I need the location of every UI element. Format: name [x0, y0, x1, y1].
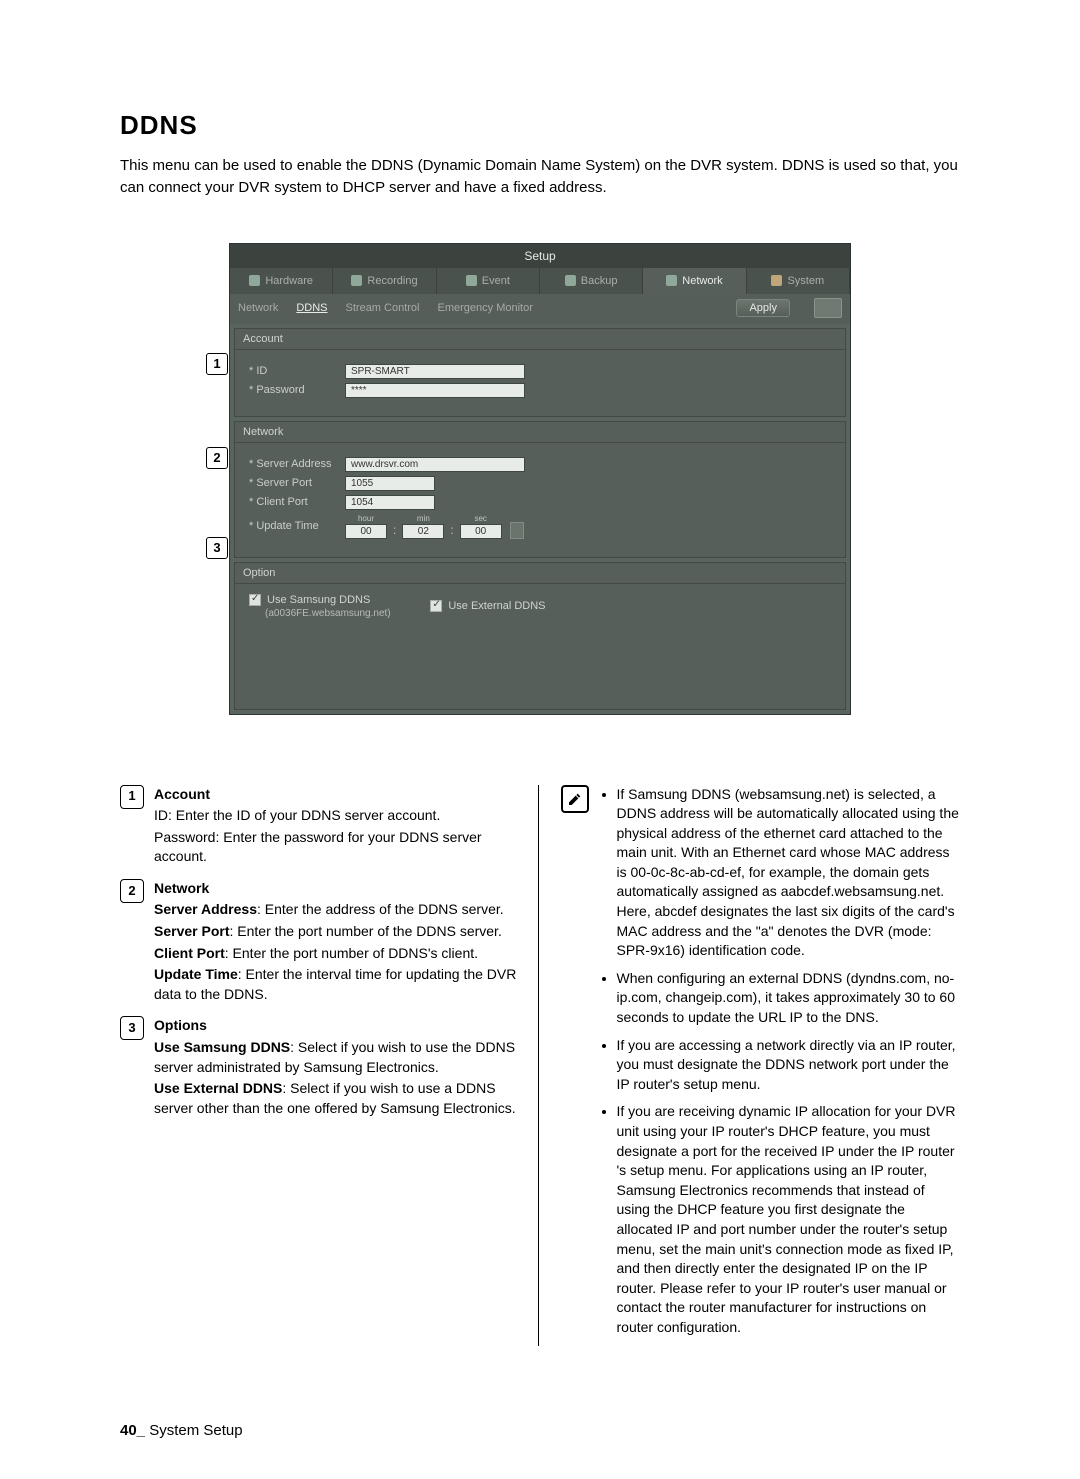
section-network: Network * Server Addresswww.drsvr.com * … [234, 421, 846, 558]
samsung-ddns-checkbox[interactable]: ✓ [249, 594, 261, 606]
legend-account-title: Account [154, 785, 520, 805]
colon: : [450, 523, 453, 539]
tab-network-label: Network [682, 275, 722, 287]
client-port-field[interactable]: 1054 [345, 495, 435, 510]
section-option: Option ✓ Use Samsung DDNS (a0036FE.websa… [234, 562, 846, 710]
legend-num-2: 2 [120, 879, 144, 903]
note-item: If you are accessing a network directly … [617, 1036, 961, 1095]
keyboard-icon[interactable] [814, 298, 842, 318]
page-title: DDNS [120, 110, 960, 141]
id-label: * ID [249, 365, 345, 377]
server-address-label: * Server Address [249, 458, 345, 470]
use-samsung-term: Use Samsung DDNS [154, 1039, 290, 1055]
colon: : [393, 523, 396, 539]
external-ddns-checkbox[interactable]: ✓ [430, 600, 442, 612]
footer-section: System Setup [149, 1422, 242, 1439]
note-item: When configuring an external DDNS (dyndn… [617, 969, 961, 1028]
id-field[interactable]: SPR-SMART [345, 364, 525, 379]
samsung-note: (a0036FE.websamsung.net) [265, 608, 400, 619]
subtab-network[interactable]: Network [238, 302, 278, 314]
tab-system-label: System [787, 275, 824, 287]
top-tabs: Hardware Recording Event Backup Network … [230, 268, 850, 294]
server-address-field[interactable]: www.drsvr.com [345, 457, 525, 472]
legend-num-3: 3 [120, 1016, 144, 1040]
setup-window: Setup Hardware Recording Event Backup Ne… [229, 243, 851, 715]
client-port-desc: : Enter the port number of DDNS's client… [225, 945, 478, 961]
sec-header: sec [474, 514, 486, 523]
sec-field[interactable]: 00 [460, 524, 502, 539]
tab-event-label: Event [482, 275, 510, 287]
samsung-ddns-label: Use Samsung DDNS [267, 594, 370, 606]
note-icon [561, 785, 589, 813]
password-field[interactable]: **** [345, 383, 525, 398]
server-address-term: Server Address [154, 901, 257, 917]
legend-num-1: 1 [120, 785, 144, 809]
min-field[interactable]: 02 [402, 524, 444, 539]
notes-list: If Samsung DDNS (websamsung.net) is sele… [599, 785, 961, 1346]
tab-recording[interactable]: Recording [333, 268, 436, 294]
event-icon [466, 275, 477, 286]
server-port-label: * Server Port [249, 477, 345, 489]
section-account-header: Account [235, 329, 845, 350]
legend-options-title: Options [154, 1016, 520, 1036]
hardware-icon [249, 275, 260, 286]
legend-account-pw: Password: Enter the password for your DD… [154, 828, 520, 867]
subtab-ddns[interactable]: DDNS [296, 302, 327, 314]
server-address-desc: : Enter the address of the DDNS server. [257, 901, 504, 917]
note-item: If you are receiving dynamic IP allocati… [617, 1102, 961, 1337]
page-footer: 40_ System Setup [120, 1422, 243, 1439]
tab-backup[interactable]: Backup [540, 268, 643, 294]
time-stepper[interactable] [510, 522, 524, 539]
intro-text: This menu can be used to enable the DDNS… [120, 155, 960, 199]
legend-account-id: ID: Enter the ID of your DDNS server acc… [154, 806, 520, 826]
server-port-desc: : Enter the port number of the DDNS serv… [229, 923, 501, 939]
tab-event[interactable]: Event [437, 268, 540, 294]
server-port-term: Server Port [154, 923, 229, 939]
recording-icon [351, 275, 362, 286]
system-icon [771, 275, 782, 286]
hour-header: hour [358, 514, 374, 523]
note-item: If Samsung DDNS (websamsung.net) is sele… [617, 785, 961, 961]
tab-hardware-label: Hardware [265, 275, 313, 287]
window-title: Setup [230, 244, 850, 268]
subtab-stream[interactable]: Stream Control [346, 302, 420, 314]
sub-tabs: Network DDNS Stream Control Emergency Mo… [230, 294, 850, 324]
page-number: 40_ [120, 1422, 145, 1439]
callout-1: 1 [206, 353, 228, 375]
update-time-term: Update Time [154, 966, 238, 982]
client-port-label: * Client Port [249, 496, 345, 508]
legend-network-title: Network [154, 879, 520, 899]
tab-system[interactable]: System [747, 268, 850, 294]
callout-3: 3 [206, 537, 228, 559]
tab-network[interactable]: Network [643, 268, 746, 294]
subtab-emergency[interactable]: Emergency Monitor [438, 302, 533, 314]
network-icon [666, 275, 677, 286]
tab-recording-label: Recording [367, 275, 417, 287]
section-option-header: Option [235, 563, 845, 584]
tab-hardware[interactable]: Hardware [230, 268, 333, 294]
callout-2: 2 [206, 447, 228, 469]
apply-button[interactable]: Apply [736, 299, 790, 317]
backup-icon [565, 275, 576, 286]
hour-field[interactable]: 00 [345, 524, 387, 539]
external-ddns-label: Use External DDNS [448, 600, 545, 612]
use-external-term: Use External DDNS [154, 1080, 282, 1096]
min-header: min [417, 514, 430, 523]
client-port-term: Client Port [154, 945, 225, 961]
section-account: Account * IDSPR-SMART * Password**** [234, 328, 846, 417]
update-time-label: * Update Time [249, 520, 345, 532]
section-network-header: Network [235, 422, 845, 443]
server-port-field[interactable]: 1055 [345, 476, 435, 491]
tab-backup-label: Backup [581, 275, 618, 287]
password-label: * Password [249, 384, 345, 396]
